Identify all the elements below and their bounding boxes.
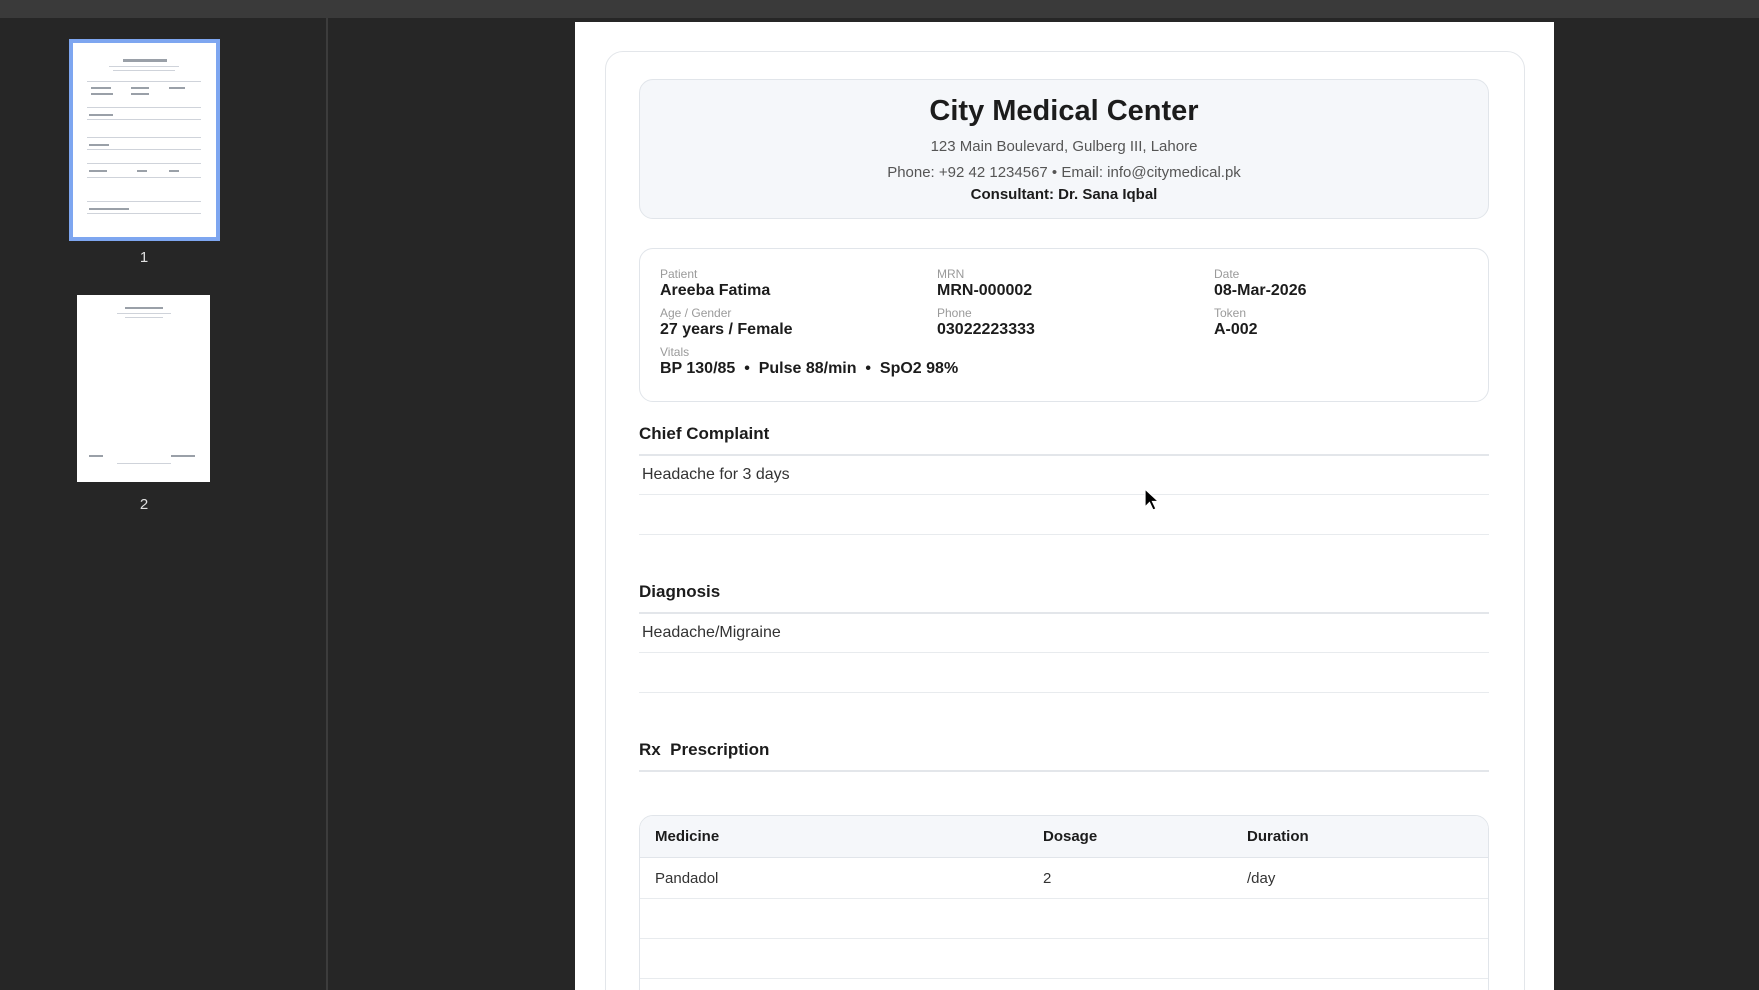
mrn-label: MRN	[937, 267, 965, 281]
viewer-top-bar	[0, 0, 1759, 18]
table-header: Medicine Dosage Duration	[640, 816, 1488, 858]
page-thumbnail-1[interactable]	[69, 39, 220, 241]
token-value: A-002	[1214, 321, 1258, 338]
column-header-medicine: Medicine	[655, 828, 720, 845]
age-gender-label: Age / Gender	[660, 306, 732, 320]
page-number-2: 2	[139, 496, 149, 513]
date-value: 08-Mar-2026	[1214, 282, 1307, 299]
age-gender-field: Age / Gender 27 years / Female	[660, 306, 793, 339]
vitals-field: Vitals BP 130/85 • Pulse 88/min • SpO2 9…	[660, 345, 958, 378]
token-field: Token A-002	[1214, 306, 1258, 339]
table-row-divider	[640, 978, 1488, 979]
document-page: City Medical Center 123 Main Boulevard, …	[575, 22, 1554, 990]
phone-value: 03022223333	[937, 321, 1035, 338]
divider	[639, 612, 1489, 614]
page-number-1: 1	[139, 249, 149, 266]
divider	[639, 494, 1489, 495]
clinic-contact: Phone: +92 42 1234567 • Email: info@city…	[887, 164, 1241, 181]
phone-label: Phone	[937, 306, 972, 320]
clinic-name: City Medical Center	[929, 95, 1199, 127]
divider	[639, 534, 1489, 535]
page-thumbnail-2[interactable]	[77, 295, 210, 482]
divider	[639, 454, 1489, 456]
prescription-title: Rx Prescription	[639, 740, 770, 759]
column-header-dosage: Dosage	[1043, 828, 1098, 845]
table-row-divider	[640, 898, 1488, 899]
patient-label: Patient	[660, 267, 698, 281]
patient-name: Areeba Fatima	[660, 282, 771, 299]
divider	[639, 652, 1489, 653]
mouse-pointer-icon	[1144, 488, 1160, 511]
thumbnail-sidebar: 1 2	[0, 18, 328, 990]
prescription-card: City Medical Center 123 Main Boulevard, …	[605, 51, 1525, 990]
cell-medicine: Pandadol	[655, 870, 719, 887]
diagnosis-text: Headache/Migraine	[642, 624, 781, 641]
prescription-table: Medicine Dosage Duration Pandadol 2 /day	[639, 815, 1489, 990]
patient-info-box: Patient Areeba Fatima MRN MRN-000002 Dat…	[639, 248, 1489, 402]
date-label: Date	[1214, 267, 1240, 281]
chief-complaint-title: Chief Complaint	[639, 424, 770, 443]
clinic-address: 123 Main Boulevard, Gulberg III, Lahore	[930, 138, 1198, 155]
cell-duration: /day	[1247, 870, 1276, 887]
divider	[639, 692, 1489, 693]
diagnosis-title: Diagnosis	[639, 582, 721, 601]
vitals-value: BP 130/85 • Pulse 88/min • SpO2 98%	[660, 360, 959, 377]
phone-field: Phone 03022223333	[937, 306, 1035, 339]
age-gender-value: 27 years / Female	[660, 321, 793, 338]
mrn-field: MRN MRN-000002	[937, 267, 1032, 300]
mrn-value: MRN-000002	[937, 282, 1033, 299]
cell-dosage: 2	[1043, 870, 1052, 887]
token-label: Token	[1214, 306, 1247, 320]
clinic-header: City Medical Center 123 Main Boulevard, …	[639, 79, 1489, 219]
consultant-name: Consultant: Dr. Sana Iqbal	[970, 186, 1158, 203]
column-header-duration: Duration	[1247, 828, 1309, 845]
patient-field: Patient Areeba Fatima	[660, 267, 770, 300]
chief-complaint-text: Headache for 3 days	[642, 466, 790, 483]
vitals-label: Vitals	[660, 345, 690, 359]
table-row-divider	[640, 938, 1488, 939]
date-field: Date 08-Mar-2026	[1214, 267, 1307, 300]
divider	[639, 770, 1489, 772]
